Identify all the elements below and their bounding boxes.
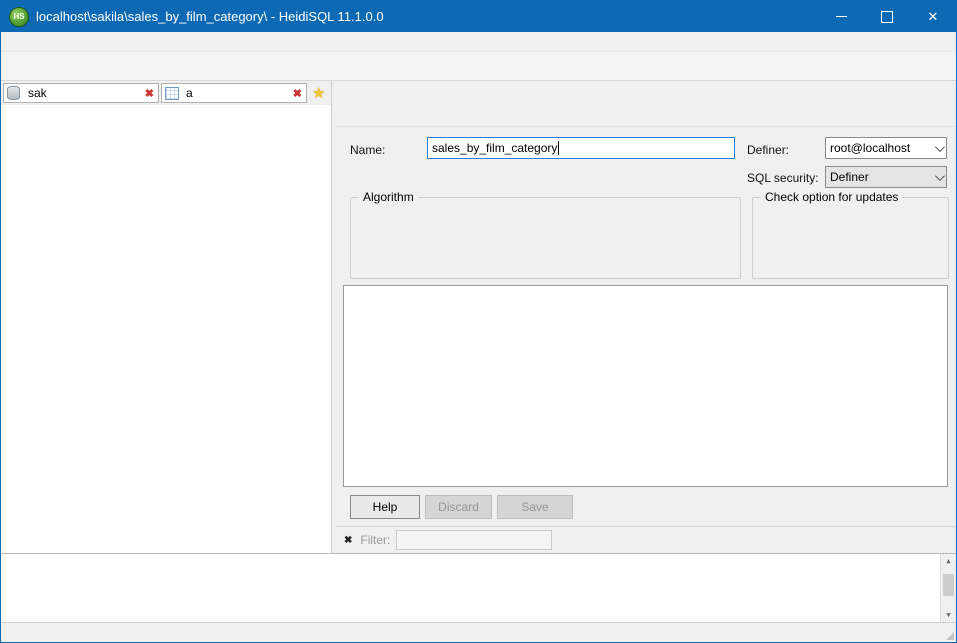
name-label: Name: (350, 143, 385, 157)
clear-database-filter-icon[interactable]: ✖ (143, 87, 156, 100)
filter-input[interactable] (396, 530, 552, 550)
database-tree (1, 105, 331, 553)
database-filter-input[interactable] (26, 86, 143, 100)
clear-table-filter-icon[interactable]: ✖ (291, 87, 304, 100)
sql-log-lines (1, 554, 956, 622)
minimize-icon (836, 16, 847, 17)
database-tree-panel: ✖ ✖ ★ (1, 81, 332, 553)
view-name-value: sales_by_film_category (432, 141, 557, 155)
status-bar (1, 622, 956, 642)
database-filter-box: ✖ (3, 83, 159, 103)
database-filter-icon (6, 86, 21, 100)
check-option-groupbox: Check option for updates (752, 197, 949, 279)
main-tab-bar (336, 81, 957, 104)
scroll-down-icon[interactable]: ▼ (941, 608, 956, 622)
save-button[interactable]: Save (497, 495, 573, 519)
resize-grip[interactable] (946, 632, 954, 640)
tree-filter-row: ✖ ✖ ★ (1, 81, 331, 105)
log-scrollbar[interactable]: ▲ ▼ (940, 554, 956, 622)
view-name-input[interactable]: sales_by_film_category (427, 137, 735, 159)
app-logo-icon: HS (9, 7, 29, 27)
definer-value: root@localhost (830, 141, 910, 155)
view-tab-bar (336, 104, 957, 127)
filter-label: Filter: (360, 533, 390, 547)
definer-label: Definer: (747, 143, 789, 157)
title-bar: HS localhost\sakila\sales_by_film_catego… (1, 1, 956, 32)
filter-bar: ✖ Filter: (336, 526, 957, 553)
help-button[interactable]: Help (350, 495, 420, 519)
sql-security-label: SQL security: (747, 171, 819, 185)
window-title: localhost\sakila\sales_by_film_category\… (36, 9, 384, 24)
scrollbar-thumb[interactable] (943, 574, 954, 596)
view-select-code-editor[interactable] (343, 285, 948, 487)
table-filter-icon (164, 86, 179, 100)
toolbar (1, 52, 956, 81)
scroll-up-icon[interactable]: ▲ (941, 554, 956, 568)
view-options-panel: Name: sales_by_film_category Definer: ro… (336, 127, 957, 553)
maximize-icon (881, 11, 893, 23)
table-filter-box: ✖ (161, 83, 307, 103)
favorites-star-icon[interactable]: ★ (312, 84, 325, 102)
close-filter-icon[interactable]: ✖ (344, 535, 352, 546)
close-icon: ✕ (928, 9, 939, 25)
text-caret (558, 141, 559, 155)
sql-security-dropdown[interactable]: Definer (825, 166, 947, 188)
minimize-button[interactable] (818, 1, 864, 32)
main-area: ✖ ✖ ★ Name: sales_by_film_category (1, 81, 956, 553)
maximize-button[interactable] (864, 1, 910, 32)
right-panel: Name: sales_by_film_category Definer: ro… (336, 81, 957, 553)
chevron-down-icon (935, 171, 945, 181)
table-filter-input[interactable] (184, 86, 291, 100)
sql-security-value: Definer (830, 170, 869, 184)
close-button[interactable]: ✕ (910, 1, 956, 32)
sql-log-panel: ▲ ▼ (1, 553, 956, 622)
heidisql-window: HS localhost\sakila\sales_by_film_catego… (0, 0, 957, 643)
menu-bar (1, 32, 956, 52)
discard-button[interactable]: Discard (425, 495, 492, 519)
chevron-down-icon (935, 142, 945, 152)
algorithm-groupbox: Algorithm (350, 197, 741, 279)
definer-combobox[interactable]: root@localhost (825, 137, 947, 159)
check-option-group-title: Check option for updates (761, 190, 902, 204)
algorithm-group-title: Algorithm (359, 190, 418, 204)
